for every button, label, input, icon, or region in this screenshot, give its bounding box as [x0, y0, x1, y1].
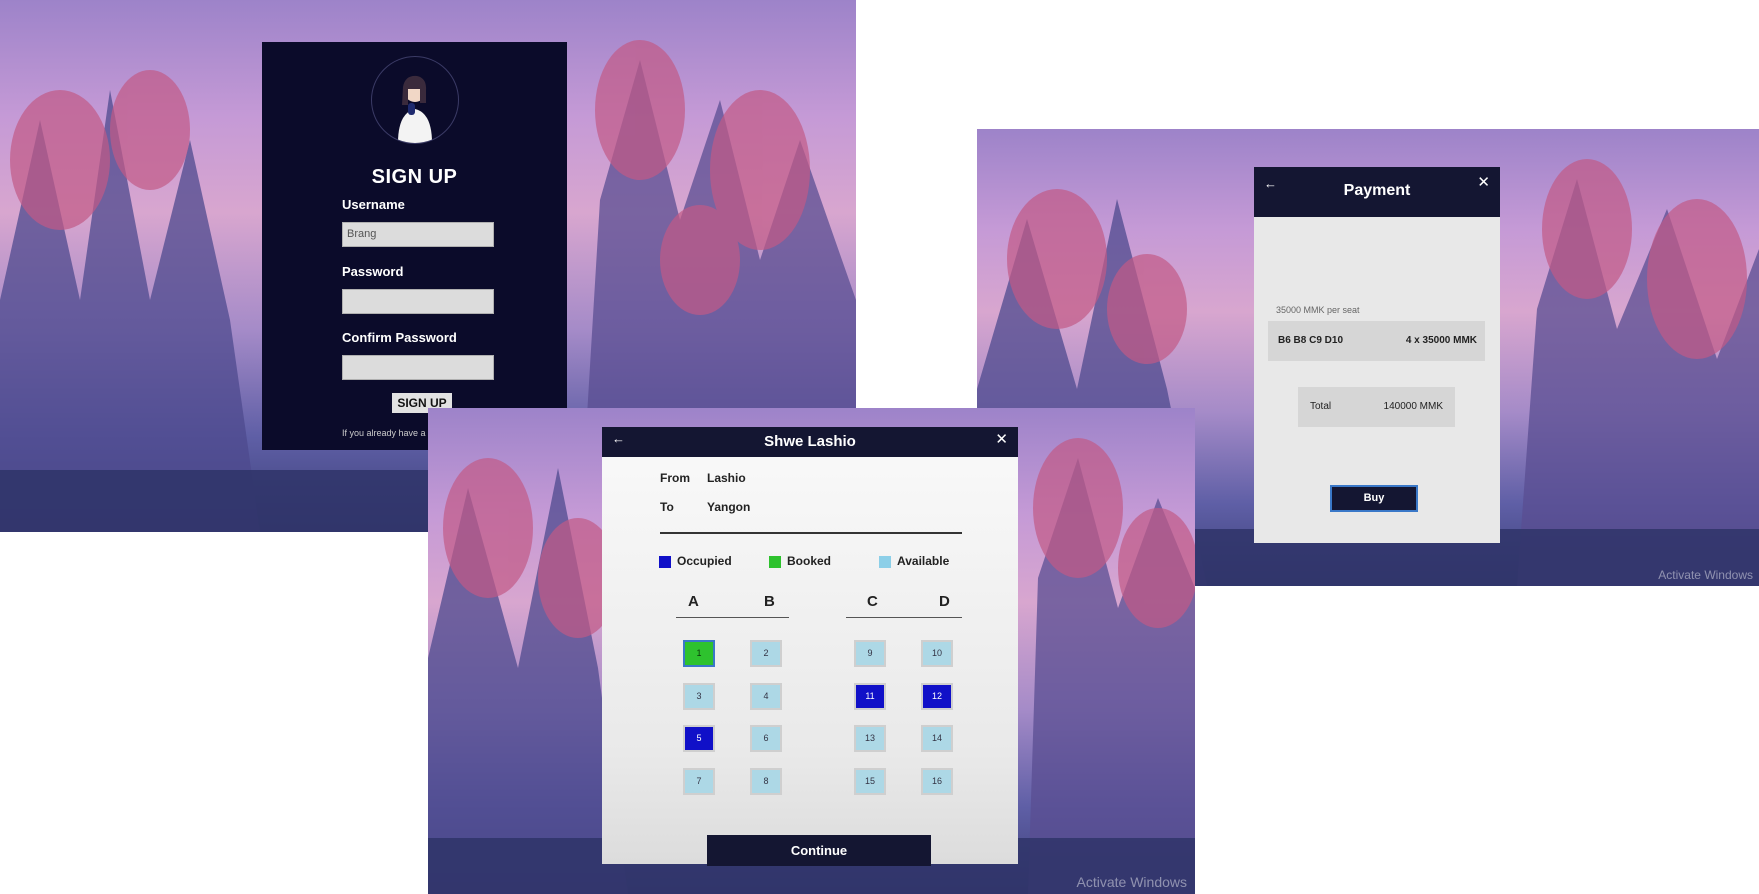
- signin-prompt-text: If you already have a: [342, 428, 426, 438]
- seat-selection-header: ← Shwe Lashio ✕: [602, 427, 1018, 457]
- price-per-seat-text: 35000 MMK per seat: [1276, 305, 1360, 315]
- to-value: Yangon: [707, 500, 751, 514]
- total-label: Total: [1310, 401, 1332, 412]
- activate-windows-watermark: Activate Windows: [1658, 568, 1753, 582]
- legend-available: Available: [897, 554, 950, 568]
- seat-13[interactable]: 13: [854, 725, 886, 752]
- seat-10[interactable]: 10: [921, 640, 953, 667]
- seat-5[interactable]: 5: [683, 725, 715, 752]
- column-a-header: A: [688, 593, 699, 610]
- avatar: [371, 56, 459, 144]
- seat-8[interactable]: 8: [750, 768, 782, 795]
- seat-16[interactable]: 16: [921, 768, 953, 795]
- confirm-password-field[interactable]: [342, 355, 494, 380]
- seat-selection-panel: ← Shwe Lashio ✕ From Lashio To Yangon Oc…: [602, 427, 1018, 866]
- close-icon[interactable]: ✕: [995, 430, 1008, 448]
- seat-11[interactable]: 11: [854, 683, 886, 710]
- activate-windows-watermark: Activate Windows: [1076, 874, 1187, 890]
- close-icon[interactable]: ✕: [1477, 173, 1490, 191]
- from-label: From: [660, 471, 690, 485]
- seat-9[interactable]: 9: [854, 640, 886, 667]
- bus-company-title: Shwe Lashio: [764, 433, 856, 450]
- right-columns-divider: [846, 617, 962, 618]
- continue-button[interactable]: Continue: [707, 835, 931, 866]
- column-c-header: C: [867, 593, 878, 610]
- to-label: To: [660, 500, 674, 514]
- total-value: 140000 MMK: [1383, 401, 1443, 412]
- password-label: Password: [342, 264, 404, 279]
- left-columns-divider: [676, 617, 789, 618]
- username-label: Username: [342, 197, 405, 212]
- seat-1[interactable]: 1: [683, 640, 715, 667]
- signup-title: SIGN UP: [371, 166, 458, 188]
- password-field[interactable]: [342, 289, 494, 314]
- total-box: Total 140000 MMK: [1298, 387, 1455, 427]
- price-calculation: 4 x 35000 MMK: [1405, 335, 1477, 346]
- column-b-header: B: [764, 593, 775, 610]
- seat-6[interactable]: 6: [750, 725, 782, 752]
- buy-button[interactable]: Buy: [1330, 485, 1418, 512]
- legend-occupied: Occupied: [677, 554, 732, 568]
- seat-selection-screenshot: ← Shwe Lashio ✕ From Lashio To Yangon Oc…: [428, 408, 1195, 894]
- legend-booked: Booked: [787, 554, 832, 568]
- seat-3[interactable]: 3: [683, 683, 715, 710]
- seat-2[interactable]: 2: [750, 640, 782, 667]
- payment-title: Payment: [1343, 182, 1411, 199]
- occupied-legend-swatch: [659, 556, 671, 568]
- seat-14[interactable]: 14: [921, 725, 953, 752]
- payment-header: ← Payment ✕: [1254, 167, 1500, 217]
- column-d-header: D: [939, 593, 950, 610]
- confirm-password-label: Confirm Password: [342, 330, 457, 345]
- seat-7[interactable]: 7: [683, 768, 715, 795]
- route-divider: [660, 532, 962, 534]
- signup-panel: SIGN UP Username Brang Password Confirm …: [262, 42, 567, 450]
- username-field[interactable]: Brang: [342, 222, 494, 247]
- seat-15[interactable]: 15: [854, 768, 886, 795]
- from-value: Lashio: [707, 471, 746, 485]
- selected-seats-list: B6 B8 C9 D10: [1278, 335, 1344, 346]
- seat-12[interactable]: 12: [921, 683, 953, 710]
- payment-panel: ← Payment ✕ 35000 MMK per seat B6 B8 C9 …: [1254, 167, 1500, 543]
- available-legend-swatch: [879, 556, 891, 568]
- seat-4[interactable]: 4: [750, 683, 782, 710]
- selected-seats-box: B6 B8 C9 D10 4 x 35000 MMK: [1268, 321, 1485, 361]
- booked-legend-swatch: [769, 556, 781, 568]
